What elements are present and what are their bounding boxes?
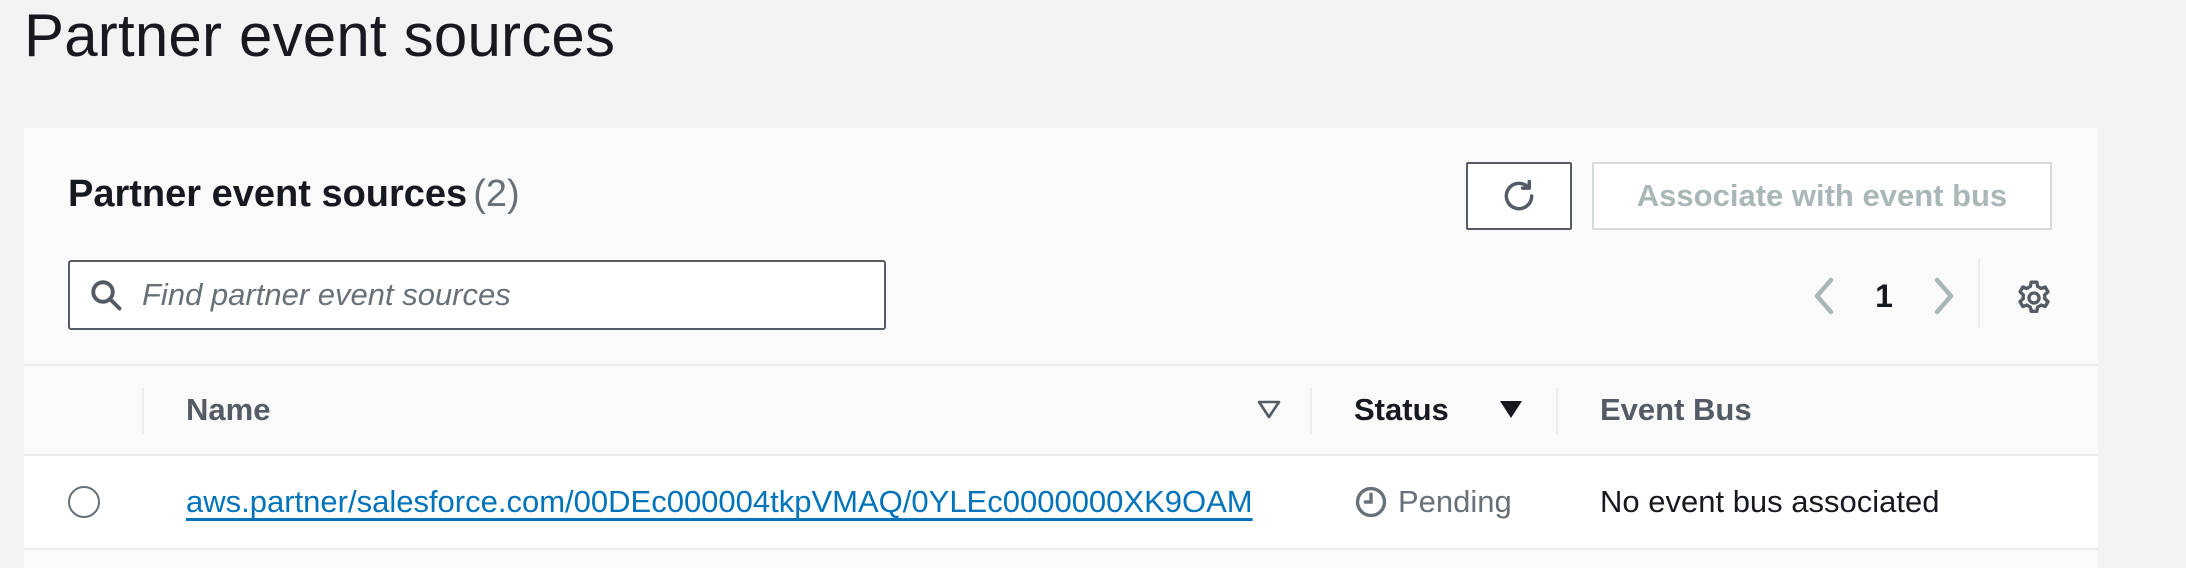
chevron-right-icon[interactable]: [1924, 266, 1964, 326]
refresh-button[interactable]: [1466, 162, 1572, 230]
name-cell: aws.partner/salesforce.com/00DEc000004tk…: [186, 456, 1253, 548]
panel-title-text: Partner event sources: [68, 173, 468, 215]
event-bus-cell: No event bus associated: [1600, 456, 1940, 548]
search-field[interactable]: [68, 260, 886, 330]
column-header-status-label: Status: [1354, 392, 1449, 427]
table-settings-button[interactable]: [2004, 268, 2064, 328]
panel-header: Partner event sources (2) Associate with …: [24, 128, 2098, 366]
sort-descending-icon[interactable]: [1498, 396, 1524, 422]
event-source-name-link[interactable]: aws.partner/salesforce.com/00DEc000004tk…: [186, 484, 1253, 520]
status-cell: Pending: [1354, 456, 1512, 548]
column-header-status[interactable]: Status: [1354, 366, 1449, 454]
sort-unsorted-icon[interactable]: [1256, 396, 1282, 422]
page-title: Partner event sources: [24, 2, 616, 69]
status-text: Pending: [1398, 484, 1512, 519]
column-separator: [1556, 388, 1558, 434]
row-select-radio[interactable]: [68, 486, 100, 518]
column-header-name-label: Name: [186, 392, 271, 427]
column-separator: [142, 388, 144, 434]
pagination-divider: [1978, 258, 1980, 328]
event-bus-text: No event bus associated: [1600, 484, 1940, 519]
search-input[interactable]: [142, 277, 842, 313]
chevron-left-icon[interactable]: [1804, 266, 1844, 326]
column-header-event-bus-label: Event Bus: [1600, 392, 1752, 427]
column-separator: [1310, 388, 1312, 434]
pagination: 1: [1804, 266, 1964, 326]
partner-event-sources-table: Name Status Event Bus aws.partner/salesf…: [24, 364, 2098, 550]
associate-with-event-bus-button[interactable]: Associate with event bus: [1592, 162, 2052, 230]
panel-title: Partner event sources (2): [68, 170, 520, 218]
partner-event-sources-panel: Partner event sources (2) Associate with …: [24, 128, 2098, 568]
panel-count: (2): [473, 173, 520, 215]
column-header-event-bus: Event Bus: [1600, 366, 1752, 454]
search-icon: [88, 277, 124, 313]
clock-icon: [1354, 485, 1388, 519]
table-row: aws.partner/salesforce.com/00DEc000004tk…: [24, 456, 2098, 550]
refresh-icon: [1500, 177, 1538, 215]
status-indicator: Pending: [1354, 484, 1512, 520]
table-header: Name Status Event Bus: [24, 364, 2098, 456]
current-page-number[interactable]: 1: [1844, 278, 1924, 315]
column-header-name[interactable]: Name: [186, 366, 270, 454]
gear-icon: [2014, 278, 2054, 318]
